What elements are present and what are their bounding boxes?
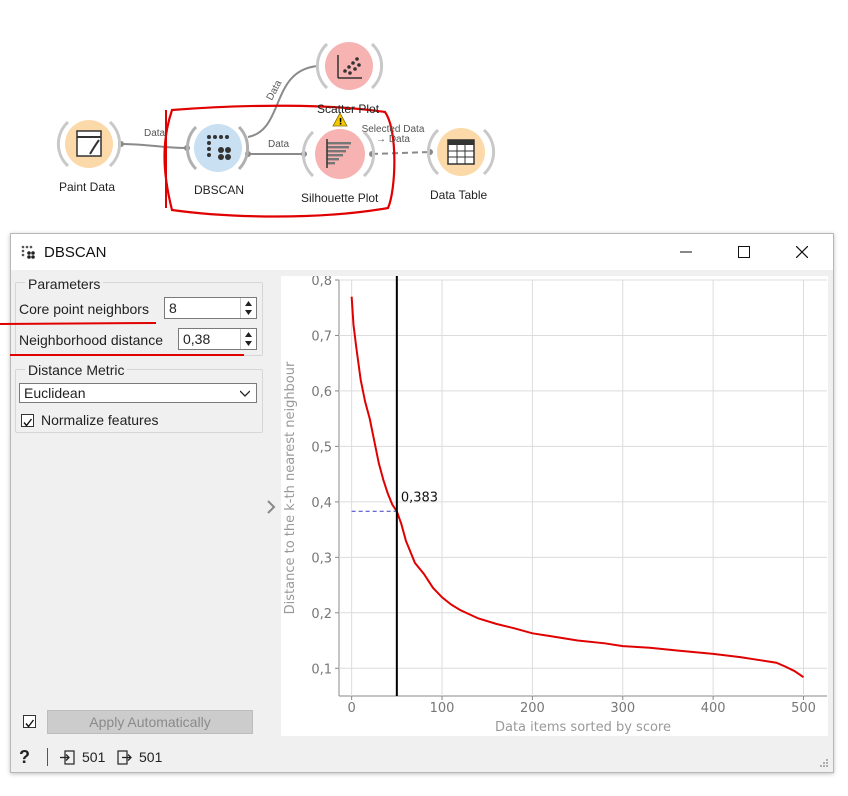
node-scatter-plot[interactable] [315,42,384,90]
maximize-icon [738,246,750,258]
node-label-data-table: Data Table [430,188,488,202]
output-count: 501 [139,749,163,765]
x-tick-label: 0 [348,701,356,716]
x-tick-label: 300 [610,701,635,716]
y-tick-label: 0,6 [311,385,332,400]
workflow-canvas[interactable]: ! Paint Data DBSCAN Scatter Plot Silhoue… [0,0,848,232]
output-icon [117,750,132,765]
close-icon [796,246,808,258]
cutoff-value-label: 0,383 [401,490,438,505]
core-point-neighbors-value: 8 [169,300,177,316]
minimize-icon [680,251,692,253]
node-label-paint-data: Paint Data [59,180,116,194]
input-count: 501 [82,749,106,765]
link-silhouette-table[interactable] [371,151,431,155]
minimize-button[interactable] [657,234,715,270]
x-tick-label: 200 [520,701,545,716]
y-tick-label: 0,5 [311,440,332,455]
link-label-paint-dbscan: Data [144,128,166,139]
k-distance-curve[interactable] [350,296,805,678]
apply-automatically-button[interactable]: Apply Automatically [47,710,253,734]
dbscan-window: DBSCAN Parameters Core point neighbors 8… [10,233,834,773]
maximize-button[interactable] [715,234,773,270]
workflow-links: ! [56,42,496,218]
x-axis-label: Data items sorted by score [495,720,671,735]
y-tick-label: 0,4 [311,496,332,511]
distance-metric-selected: Euclidean [24,385,86,401]
y-tick-label: 0,8 [311,276,332,289]
chevron-down-icon [240,390,250,397]
k-distance-chart[interactable]: 0 100 200 300 400 500 0,1 0,2 0,3 0,4 0,5 0,6 0,7 0,8… [281,274,828,736]
y-tick-label: 0,7 [311,329,332,344]
plot-area[interactable]: 0 100 200 300 400 500 0,1 0,2 0,3 0,4 0,5 0,6 0,7 0,8… [281,274,828,736]
table-icon [447,139,475,165]
window-title: DBSCAN [44,244,107,261]
x-tick-label: 500 [791,701,816,716]
y-tick-label: 0,1 [311,662,332,677]
x-tick-label: 400 [701,701,726,716]
help-icon[interactable]: ? [19,747,30,768]
parameters-title: Parameters [25,276,104,292]
distance-metric-dropdown[interactable]: Euclidean [19,383,257,403]
y-tick-label: 0,2 [311,607,332,622]
node-paint-data[interactable] [56,120,122,168]
resize-grip-icon[interactable] [819,758,829,768]
input-icon [60,750,75,765]
dbscan-window-icon [21,245,35,259]
node-dbscan[interactable] [185,124,250,172]
link-label-silhouette-table: Selected Data → Data [361,124,425,145]
link-dbscan-scatter[interactable] [247,65,319,138]
normalize-features-label: Normalize features [41,412,159,428]
node-data-table[interactable] [426,128,496,176]
node-label-dbscan: DBSCAN [194,183,245,197]
apply-automatically-checkbox[interactable] [23,715,36,728]
title-bar[interactable]: DBSCAN [11,234,833,270]
node-label-silhouette-plot: Silhouette Plot [301,191,379,205]
link-paint-dbscan[interactable] [120,143,188,149]
status-bar: ? 501 501 [11,742,833,772]
chevron-right-icon[interactable] [266,500,276,514]
close-button[interactable] [773,234,831,270]
red-annotations [0,322,244,356]
link-label-dbscan-silhouette: Data [268,139,290,150]
node-label-scatter-plot: Scatter Plot [317,102,380,116]
y-axis-label: Distance to the k-th nearest neighbour [283,361,298,614]
x-tick-label: 100 [430,701,455,716]
svg-text:!: ! [339,118,343,128]
checkmark-icon [25,719,35,728]
checkmark-icon [23,418,33,427]
normalize-features-checkbox[interactable] [21,414,34,427]
y-tick-label: 0,3 [311,551,332,566]
